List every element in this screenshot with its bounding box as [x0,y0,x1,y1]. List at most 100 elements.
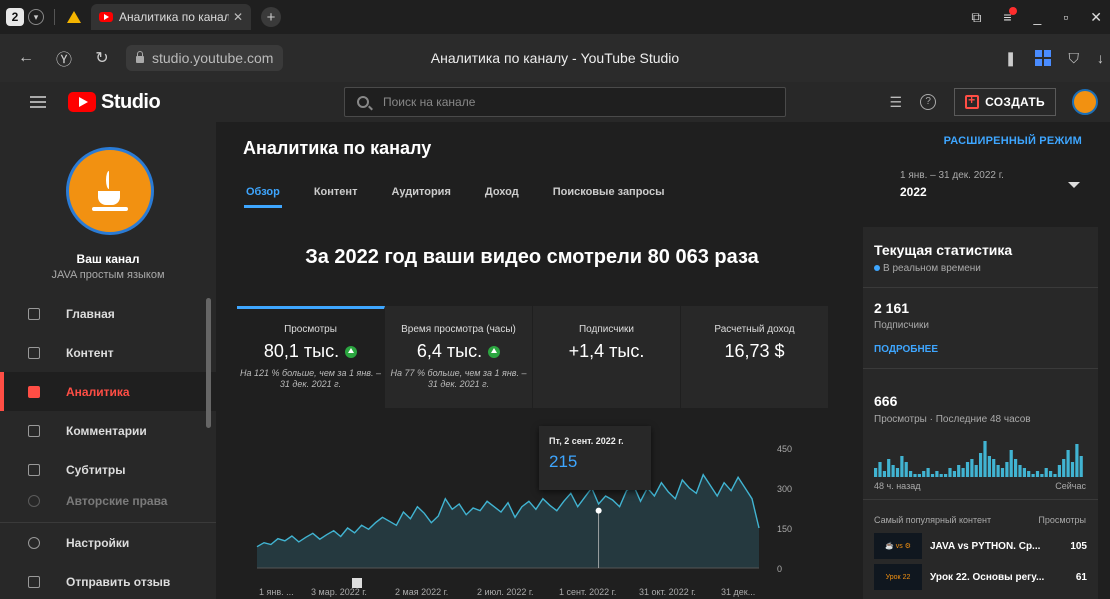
create-button[interactable]: СОЗДАТЬ [954,88,1056,116]
tooltip-date: Пт, 2 сент. 2022 г. [549,436,624,446]
sidebar-item-subtitles[interactable]: Субтитры [0,450,216,489]
sidebar-item-feedback[interactable]: Отправить отзыв [0,562,216,599]
captions-icon[interactable]: ☰ [890,94,903,111]
search-icon[interactable] [357,96,369,108]
collections-icon[interactable]: ⧉ [971,9,981,26]
x-tick-label: 1 сент. 2022 г. [559,587,616,597]
tab-revenue[interactable]: Доход [485,186,519,208]
realtime-label: В реальном времени [874,263,981,274]
hourly-bar [992,459,996,477]
close-window-icon[interactable]: ✕ [1090,9,1102,26]
hourly-bar [922,471,926,477]
sidebar: Ваш канал JAVA простым языком Главная Ко… [0,122,216,599]
url-field[interactable]: studio.youtube.com [126,45,284,71]
hourly-bar [1070,462,1075,477]
new-tab-icon[interactable]: + [261,7,281,27]
metric-card-revenue[interactable]: Расчетный доход 16,73 $ [681,306,829,408]
metric-value: 16,73 $ [724,341,785,361]
hourly-bar [996,465,1000,477]
account-avatar[interactable] [1072,89,1098,115]
studio-header: Studio ☰ ? СОЗДАТЬ [0,82,1110,122]
hourly-bar [987,456,991,477]
metric-card-views[interactable]: Просмотры 80,1 тыс. На 121 % больше, чем… [237,306,385,408]
top-content-row[interactable]: Урок 22 Урок 22. Основы регу... 61 [874,564,1087,590]
divider [863,499,1098,500]
chart-tooltip: Пт, 2 сент. 2022 г. 215 [539,426,651,490]
java-cup-icon [92,171,128,211]
copyright-icon [28,495,40,507]
channel-name: Ваш канал [76,252,140,266]
views-48h-label: Просмотры · Последние 48 часов [874,414,1031,425]
hourly-bar [1066,450,1070,477]
tab-search-queries[interactable]: Поисковые запросы [553,186,665,208]
hourly-bar [895,468,900,477]
url-text: studio.youtube.com [152,50,274,66]
yandex-icon[interactable]: Ⓨ [52,46,76,70]
tab-dropdown-icon[interactable]: ▾ [28,9,44,25]
views-chart[interactable]: 0 150 300 450 1 янв. ... 3 мар. 2022 г. 2 мая … [237,418,829,599]
help-icon[interactable]: ? [920,94,937,110]
create-label: СОЗДАТЬ [985,95,1045,109]
search-input[interactable] [383,95,763,109]
hourly-bar [952,471,956,477]
menu-icon[interactable] [30,93,46,111]
shield-icon[interactable]: ⛉ [1069,50,1080,67]
sidebar-scrollbar[interactable] [206,298,211,428]
back-icon[interactable]: ← [14,49,38,67]
sidebar-item-copyright[interactable]: Авторские права [0,489,216,513]
reload-icon[interactable]: ↻ [90,48,114,68]
analytics-tabs: Обзор Контент Аудитория Доход Поисковые … [244,186,699,208]
hourly-bar [1044,468,1048,477]
tab-overview[interactable]: Обзор [244,186,282,208]
qr-code-icon[interactable] [1034,50,1051,66]
hourly-views-chart[interactable] [874,437,1084,477]
x-tick-label: 2 июл. 2022 г. [477,587,534,597]
top-content-label: Самый популярный контент [874,515,992,525]
hourly-bar [874,468,878,477]
screen-record-icon[interactable]: ≡ [1003,7,1017,25]
date-range-selector[interactable]: 2022 [900,185,927,199]
subtitles-icon [28,463,40,476]
sidebar-item-analytics[interactable]: Аналитика [0,372,216,411]
browser-tab-active[interactable]: Аналитика по каналу - ✕ [91,4,251,30]
sidebar-item-comments[interactable]: Комментарии [0,411,216,450]
restore-icon[interactable]: ▫ [1063,9,1068,25]
tab-audience[interactable]: Аудитория [391,186,450,208]
hourly-bar [1022,468,1026,477]
channel-avatar[interactable] [66,147,154,235]
details-link[interactable]: ПОДРОБНЕЕ [874,344,938,355]
tab-counter[interactable]: 2 [6,8,24,26]
hourly-bar [1035,471,1040,477]
hourly-bar [882,471,886,477]
sidebar-item-content[interactable]: Контент [0,333,216,372]
hourly-bar [1079,456,1083,477]
comments-icon [28,424,40,437]
dashboard-icon [28,307,40,320]
minimize-icon[interactable]: _ [1034,9,1042,25]
sidebar-item-label: Комментарии [66,423,147,438]
metric-card-subscribers[interactable]: Подписчики +1,4 тыс. [533,306,681,408]
bookmark-icon[interactable]: ❚ [1005,50,1017,67]
top-content-row[interactable]: ☕ vs ⚙ JAVA vs PYTHON. Ср... 105 [874,533,1087,559]
tab-content[interactable]: Контент [314,186,358,208]
search-box [344,87,786,117]
hourly-bar [1040,474,1044,477]
advanced-mode-link[interactable]: РАСШИРЕННЫЙ РЕЖИМ [944,135,1082,147]
chevron-down-icon[interactable] [1068,182,1080,188]
google-drive-tab-icon[interactable] [67,11,81,23]
metric-label: Расчетный доход [714,324,795,335]
studio-logo[interactable]: Studio [68,91,161,114]
settings-gear-icon [28,536,40,549]
video-title: JAVA vs PYTHON. Ср... [930,540,1041,552]
hourly-bar [965,462,970,477]
sidebar-item-settings[interactable]: Настройки [0,523,216,562]
download-icon[interactable]: ↓ [1097,50,1104,66]
sidebar-item-dashboard[interactable]: Главная [0,294,216,333]
metric-value: 80,1 тыс. [263,341,340,361]
metric-card-watch-time[interactable]: Время просмотра (часы) 6,4 тыс. На 77 % … [385,306,533,408]
close-tab-icon[interactable]: ✕ [233,10,243,24]
video-title: Урок 22. Основы регу... [930,571,1045,583]
highlight-point[interactable] [595,507,602,514]
address-bar-actions: ❚ ⛉ ↓ [1005,34,1104,82]
divider [863,368,1098,369]
